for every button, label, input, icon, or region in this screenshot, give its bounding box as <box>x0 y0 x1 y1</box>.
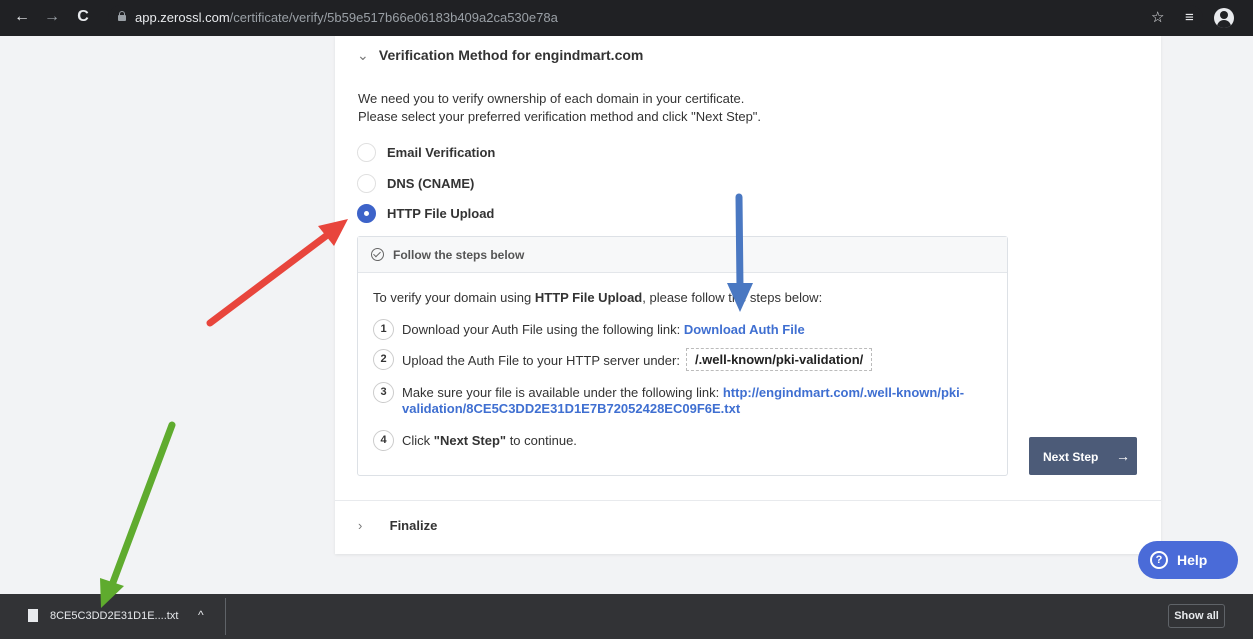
file-icon <box>28 609 38 622</box>
download-bar: 8CE5C3DD2E31D1E....txt ^ Show all <box>0 594 1253 639</box>
downloaded-file-name[interactable]: 8CE5C3DD2E31D1E....txt <box>50 610 178 622</box>
back-arrow-icon[interactable]: ← <box>12 7 32 27</box>
reload-icon[interactable]: C <box>73 7 93 27</box>
radio-icon[interactable] <box>357 143 376 162</box>
download-separator <box>225 598 226 635</box>
verification-intro: We need you to verify ownership of each … <box>358 91 762 124</box>
download-auth-file-link[interactable]: Download Auth File <box>684 322 805 337</box>
profile-avatar-icon[interactable] <box>1214 8 1234 28</box>
question-circle-icon: ? <box>1150 551 1168 569</box>
arrow-right-icon: → <box>1116 448 1130 464</box>
forward-arrow-icon[interactable]: → <box>42 7 62 27</box>
red-arrow <box>206 219 348 327</box>
validation-path: /.well-known/pki-validation/ <box>685 348 873 371</box>
finalize-section-header[interactable]: › Finalize <box>358 518 437 533</box>
chevron-up-icon[interactable]: ^ <box>198 608 204 622</box>
section-divider <box>335 500 1161 501</box>
steps-panel-header: Follow the steps below <box>358 237 1007 273</box>
url-text[interactable]: app.zerossl.com/certificate/verify/5b59e… <box>135 10 558 25</box>
reading-list-icon[interactable]: ≡ <box>1185 9 1194 27</box>
section-title: Verification Method for engindmart.com <box>378 47 644 63</box>
check-circle-icon <box>371 248 384 261</box>
bookmark-star-icon[interactable]: ☆ <box>1151 9 1164 27</box>
show-all-button[interactable]: Show all <box>1168 604 1225 628</box>
radio-selected-icon[interactable] <box>357 204 376 223</box>
green-arrow <box>100 421 176 608</box>
steps-intro: To verify your domain using HTTP File Up… <box>373 290 823 305</box>
chevron-down-icon: ⌄ <box>357 47 369 63</box>
radio-icon[interactable] <box>357 174 376 193</box>
next-step-button[interactable]: Next Step → <box>1029 437 1137 475</box>
lock-icon <box>118 11 126 21</box>
browser-toolbar: ← → C app.zerossl.com/certificate/verify… <box>0 0 1253 36</box>
steps-panel: Follow the steps below To verify your do… <box>357 236 1008 476</box>
chevron-right-icon: › <box>358 518 363 533</box>
help-button[interactable]: ? Help <box>1138 541 1238 579</box>
verification-section-header[interactable]: ⌄ Verification Method for engindmart.com <box>357 47 643 64</box>
